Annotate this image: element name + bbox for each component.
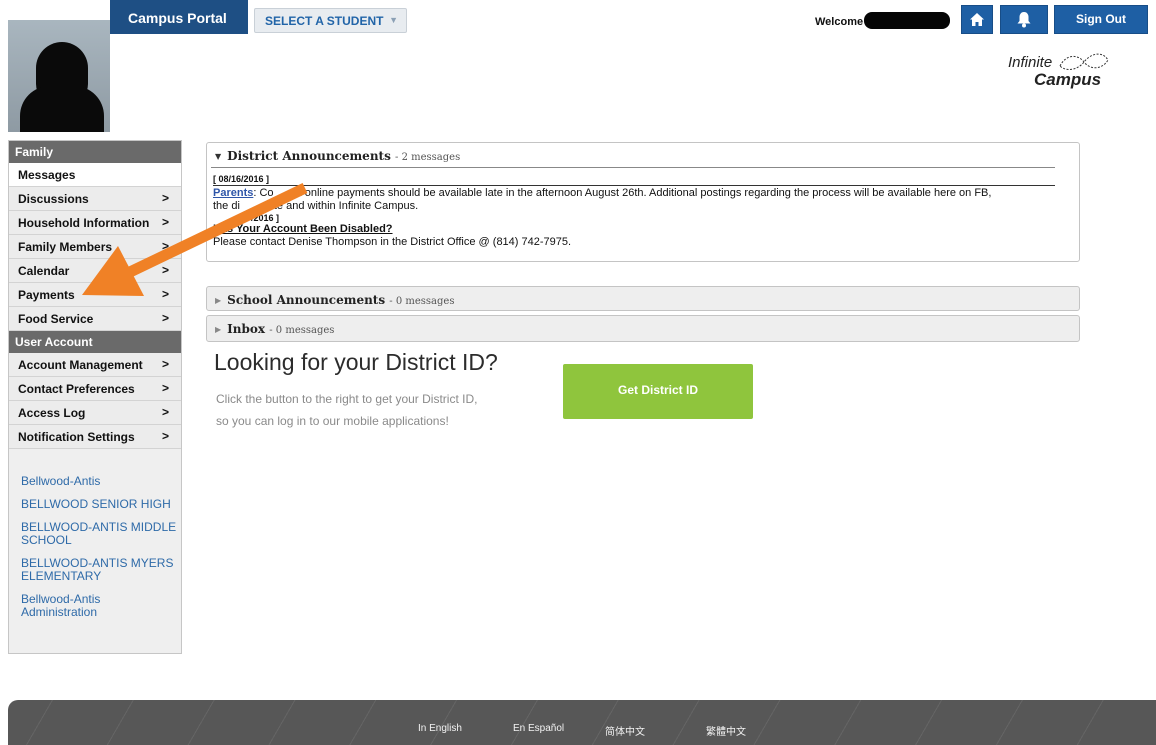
home-icon (970, 13, 984, 26)
chevron-right-icon: > (161, 215, 169, 229)
chevron-right-icon: > (161, 263, 169, 277)
chevron-down-icon: ▼ (389, 15, 398, 25)
bell-icon (1017, 12, 1031, 28)
message-title[interactable]: Has Your Account Been Disabled? (207, 223, 1079, 236)
language-traditional-chinese-link[interactable]: 繁體中文 (706, 723, 746, 738)
sidebar-item-notification-settings[interactable]: Notification Settings > (9, 425, 181, 449)
select-student-dropdown[interactable]: SELECT A STUDENT ▼ (254, 8, 407, 33)
language-spanish-link[interactable]: En Español (513, 723, 564, 734)
district-announcements-header[interactable]: ▼ District Announcements - 2 messages (207, 143, 1079, 167)
school-link[interactable]: Bellwood-Antis (21, 475, 179, 488)
sidebar-item-discussions[interactable]: Discussions > (9, 187, 181, 211)
district-id-heading: Looking for your District ID? (214, 349, 498, 375)
chevron-right-icon: > (161, 381, 169, 395)
sidebar-item-label: Payments (18, 288, 75, 302)
message-count: - 0 messages (269, 325, 335, 336)
school-link[interactable]: BELLWOOD-ANTIS MIDDLE SCHOOL (21, 521, 179, 547)
panel-title: School Announcements (227, 293, 386, 307)
language-simplified-chinese-link[interactable]: 简体中文 (605, 723, 645, 738)
message-count: - 2 messages (395, 152, 461, 163)
panel-title: Inbox (227, 322, 266, 336)
logo-line1: Infinite (1008, 54, 1053, 71)
triangle-right-icon: ▶ (215, 324, 222, 334)
sidebar-header-family: Family (9, 141, 181, 163)
get-district-id-button[interactable]: Get District ID (563, 364, 753, 419)
sidebar-item-label: Discussions (18, 192, 89, 206)
user-photo (8, 20, 110, 132)
sidebar-item-label: Household Information (18, 216, 150, 230)
school-announcements-header[interactable]: ▶ School Announcements - 0 messages (207, 287, 1079, 311)
message-text: Please contact Denise Thompson in the Di… (213, 236, 572, 248)
sidebar-item-label: Notification Settings (18, 430, 135, 444)
sidebar-header-user-account: User Account (9, 331, 181, 353)
home-button[interactable] (961, 5, 993, 34)
chevron-right-icon: > (161, 429, 169, 443)
app-window: Campus Portal SELECT A STUDENT ▼ Welcome… (0, 0, 1156, 745)
sidebar-item-label: Account Management (18, 358, 143, 372)
sidebar-item-messages[interactable]: Messages (9, 163, 181, 187)
sidebar-item-family-members[interactable]: Family Members > (9, 235, 181, 259)
app-title: Campus Portal (128, 10, 227, 26)
school-announcements-panel[interactable]: ▶ School Announcements - 0 messages (206, 286, 1080, 311)
sidebar-item-label: Family Members (18, 240, 113, 254)
sidebar-item-account-management[interactable]: Account Management > (9, 353, 181, 377)
footer: In English En Español 简体中文 繁體中文 (8, 700, 1156, 745)
sign-out-button[interactable]: Sign Out (1054, 5, 1148, 34)
sidebar-item-household-information[interactable]: Household Information > (9, 211, 181, 235)
sidebar-item-label: Messages (18, 168, 76, 182)
district-announcements-panel: ▼ District Announcements - 2 messages [ 0… (206, 142, 1080, 262)
chevron-right-icon: > (161, 357, 169, 371)
sidebar-item-label: Contact Preferences (18, 382, 135, 396)
sidebar-item-food-service[interactable]: Food Service > (9, 307, 181, 331)
redacted-user-name (864, 12, 950, 29)
panel-title: District Announcements (227, 149, 391, 163)
school-link[interactable]: Bellwood-Antis Administration (21, 593, 179, 619)
message-date: [ 08/16/2016 ] (213, 174, 270, 184)
message-text: Parents: Co a online payments should be a… (213, 187, 992, 212)
school-link[interactable]: BELLWOOD-ANTIS MYERS ELEMENTARY (21, 557, 179, 583)
message-link[interactable]: Parents (213, 187, 253, 199)
chevron-right-icon: > (161, 191, 169, 205)
sidebar-item-label: Access Log (18, 406, 86, 420)
language-english-link[interactable]: In English (418, 723, 462, 734)
message-date: /2016 ] (251, 213, 280, 223)
school-links: Bellwood-Antis BELLWOOD SENIOR HIGH BELL… (9, 449, 181, 619)
triangle-right-icon: ▶ (215, 295, 222, 305)
infinite-campus-logo: Infinite Campus (1008, 52, 1118, 92)
sidebar-item-calendar[interactable]: Calendar > (9, 259, 181, 283)
triangle-down-icon: ▼ (215, 151, 222, 161)
inbox-header[interactable]: ▶ Inbox - 0 messages (207, 316, 1079, 340)
inbox-panel[interactable]: ▶ Inbox - 0 messages (206, 315, 1080, 342)
sidebar-item-payments[interactable]: Payments > (9, 283, 181, 307)
chevron-right-icon: > (161, 239, 169, 253)
sidebar-item-label: Food Service (18, 312, 94, 326)
welcome-label: Welcome (815, 16, 864, 28)
chevron-right-icon: > (161, 287, 169, 301)
district-id-description: Click the button to the right to get you… (216, 392, 478, 428)
sidebar-item-label: Calendar (18, 264, 70, 278)
top-bar: Campus Portal SELECT A STUDENT ▼ Welcome… (0, 0, 1156, 132)
chevron-right-icon: > (161, 311, 169, 325)
message-count: - 0 messages (389, 296, 455, 307)
sidebar-item-contact-preferences[interactable]: Contact Preferences > (9, 377, 181, 401)
school-link[interactable]: BELLWOOD SENIOR HIGH (21, 498, 179, 511)
sidebar-item-access-log[interactable]: Access Log > (9, 401, 181, 425)
notifications-button[interactable] (1000, 5, 1048, 34)
select-student-label: SELECT A STUDENT (265, 14, 384, 28)
district-announcements-body: [ 08/16/2016 ] Parents: Co a online payme… (207, 167, 1079, 261)
chevron-right-icon: > (161, 405, 169, 419)
sidebar: Family Messages Discussions > Household … (8, 140, 182, 654)
